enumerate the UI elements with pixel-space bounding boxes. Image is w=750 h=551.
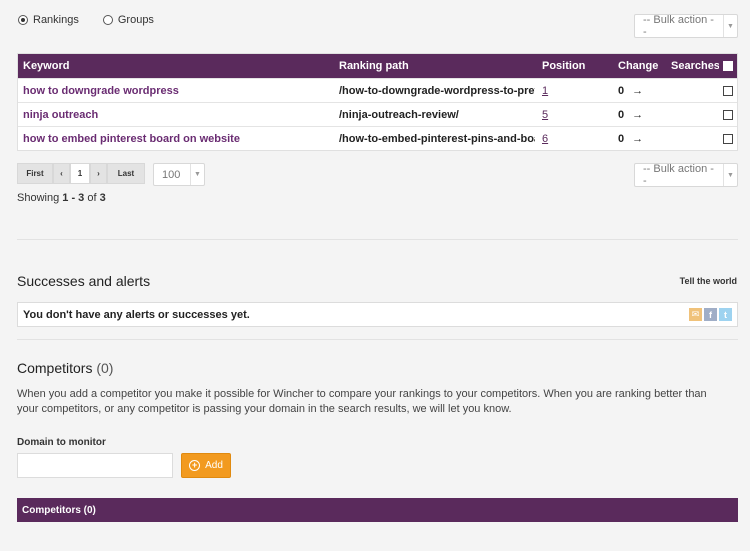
- section-divider: [17, 339, 738, 340]
- radio-empty-icon: [102, 15, 113, 25]
- arrow-right-icon: →: [632, 84, 644, 97]
- alerts-box: You don't have any alerts or successes y…: [17, 302, 738, 327]
- header-ranking-path[interactable]: Ranking path: [339, 54, 535, 78]
- change-value: 0: [618, 84, 625, 97]
- table-header: Keyword Ranking path Position Change Sea…: [18, 54, 737, 78]
- alerts-title: Successes and alerts: [17, 273, 151, 289]
- groups-radio-label: Groups: [117, 14, 154, 26]
- pager-first-button[interactable]: First: [17, 163, 53, 184]
- header-position[interactable]: Position: [542, 54, 602, 78]
- add-button-label: Add: [205, 460, 223, 471]
- competitors-table-header: Competitors (0): [17, 498, 738, 522]
- table-row: how to embed pinterest board on website …: [18, 126, 737, 150]
- table-row: how to downgrade wordpress /how-to-downg…: [18, 78, 737, 102]
- domain-input[interactable]: [17, 453, 173, 478]
- view-toggle: Rankings Groups: [18, 14, 154, 26]
- bulk-action-select-bottom[interactable]: -- Bulk action -- ▼: [634, 163, 738, 187]
- pagination: First ‹ 1 › Last: [17, 163, 145, 184]
- header-searches[interactable]: Searches: [671, 54, 719, 78]
- pager-current-page[interactable]: 1: [70, 163, 90, 184]
- domain-label: Domain to monitor: [17, 437, 106, 448]
- position-link[interactable]: 5: [542, 109, 548, 121]
- row-checkbox[interactable]: [723, 133, 733, 144]
- rankings-radio[interactable]: Rankings: [18, 14, 79, 26]
- twitter-icon[interactable]: t: [719, 308, 732, 321]
- chevron-down-icon: ▼: [723, 164, 737, 186]
- competitors-description: When you add a competitor you make it po…: [17, 388, 707, 415]
- plus-circle-icon: +: [189, 460, 201, 471]
- per-page-select[interactable]: 100 ▼: [153, 163, 205, 186]
- select-all-checkbox[interactable]: [723, 61, 733, 71]
- add-competitor-button[interactable]: + Add: [181, 453, 231, 478]
- bulk-action-label: -- Bulk action --: [643, 163, 714, 187]
- header-change[interactable]: Change: [618, 54, 668, 78]
- mail-icon[interactable]: ✉: [689, 308, 702, 321]
- change-value: 0: [618, 132, 625, 145]
- pager-next-button[interactable]: ›: [90, 163, 107, 184]
- chevron-down-icon: ▼: [723, 15, 737, 37]
- table-row: ninja outreach /ninja-outreach-review/ 5…: [18, 102, 737, 126]
- row-checkbox[interactable]: [723, 85, 733, 96]
- radio-selected-icon: [18, 15, 28, 25]
- change-value: 0: [618, 108, 625, 121]
- header-keyword[interactable]: Keyword: [23, 54, 333, 78]
- facebook-icon[interactable]: f: [704, 308, 717, 321]
- per-page-value: 100: [162, 168, 181, 181]
- ranking-path: /how-to-downgrade-wordpress-to-previ...: [339, 84, 535, 97]
- showing-count: Showing 1 - 3 of 3: [17, 192, 106, 204]
- groups-radio[interactable]: Groups: [102, 14, 154, 26]
- row-checkbox[interactable]: [723, 109, 733, 120]
- keyword-link[interactable]: how to downgrade wordpress: [23, 85, 179, 97]
- bulk-action-label: -- Bulk action --: [643, 14, 714, 38]
- chevron-down-icon: ▼: [190, 164, 204, 185]
- rankings-table: Keyword Ranking path Position Change Sea…: [17, 53, 738, 151]
- keyword-link[interactable]: ninja outreach: [23, 109, 98, 121]
- competitors-title: Competitors (0): [17, 360, 114, 376]
- position-link[interactable]: 1: [542, 85, 548, 97]
- keyword-link[interactable]: how to embed pinterest board on website: [23, 133, 240, 145]
- tell-the-world-label: Tell the world: [679, 276, 737, 286]
- position-link[interactable]: 6: [542, 133, 548, 145]
- arrow-right-icon: →: [632, 132, 644, 145]
- rankings-radio-label: Rankings: [33, 14, 79, 26]
- ranking-path: /ninja-outreach-review/: [339, 108, 459, 121]
- share-icons: ✉ f t: [689, 308, 732, 321]
- alerts-empty-message: You don't have any alerts or successes y…: [23, 308, 250, 321]
- pager-prev-button[interactable]: ‹: [53, 163, 70, 184]
- section-divider: [17, 239, 738, 240]
- pager-last-button[interactable]: Last: [107, 163, 145, 184]
- ranking-path: /how-to-embed-pinterest-pins-and-boar...: [339, 132, 535, 145]
- arrow-right-icon: →: [632, 108, 644, 121]
- bulk-action-select-top[interactable]: -- Bulk action -- ▼: [634, 14, 738, 38]
